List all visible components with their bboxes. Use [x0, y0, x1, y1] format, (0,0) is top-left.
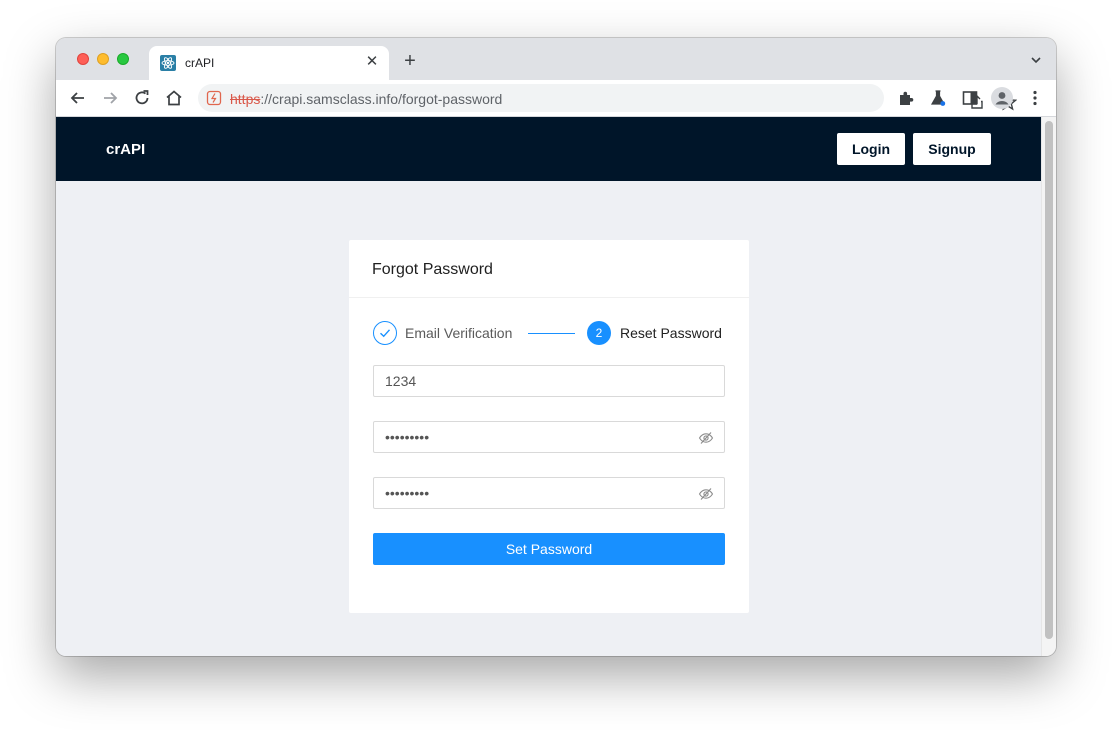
reload-icon[interactable]	[132, 88, 152, 108]
extensions-icon[interactable]	[897, 89, 915, 107]
step-done-check-icon	[373, 321, 397, 345]
close-window-button[interactable]	[77, 53, 89, 65]
password-input[interactable]	[385, 422, 685, 452]
new-tab-icon[interactable]: +	[400, 51, 420, 71]
app-header: crAPI Login Signup	[56, 117, 1041, 181]
otp-field[interactable]	[373, 365, 725, 397]
back-icon[interactable]	[68, 88, 88, 108]
menu-icon[interactable]	[1026, 89, 1044, 107]
page-scrollbar[interactable]	[1041, 117, 1056, 656]
forgot-password-card: Forgot Password Email Verification 2 Res…	[349, 240, 749, 613]
address-bar[interactable]: https://crapi.samsclass.info/forgot-pass…	[198, 84, 1017, 112]
side-panel-icon[interactable]	[961, 89, 979, 107]
confirm-password-field[interactable]	[373, 477, 725, 509]
url-scheme: https	[230, 91, 261, 107]
forward-icon[interactable]	[100, 88, 120, 108]
browser-window: crAPI ✕ + https://crapi.samsclass.info/f…	[56, 38, 1056, 656]
card-title: Forgot Password	[372, 261, 493, 278]
tab-title: crAPI	[185, 56, 215, 70]
step-email-verification-label: Email Verification	[405, 325, 513, 341]
signup-button[interactable]: Signup	[913, 133, 991, 165]
otp-input[interactable]	[385, 366, 685, 396]
step-number-icon: 2	[587, 321, 611, 345]
url-path: ://crapi.samsclass.info/forgot-password	[260, 91, 503, 107]
home-icon[interactable]	[164, 88, 184, 108]
profile-icon[interactable]	[991, 87, 1013, 109]
brand-logo[interactable]: crAPI	[106, 141, 145, 158]
set-password-button[interactable]: Set Password	[373, 533, 725, 565]
tab-close-icon[interactable]: ✕	[363, 53, 381, 71]
password-field[interactable]	[373, 421, 725, 453]
eye-invisible-icon[interactable]	[698, 486, 714, 502]
url-text: https://crapi.samsclass.info/forgot-pass…	[230, 91, 502, 107]
browser-toolbar: https://crapi.samsclass.info/forgot-pass…	[56, 80, 1056, 117]
card-divider	[349, 297, 749, 298]
step-reset-password-label: Reset Password	[620, 325, 722, 341]
minimize-window-button[interactable]	[97, 53, 109, 65]
confirm-password-input[interactable]	[385, 478, 685, 508]
react-favicon-icon	[160, 55, 176, 71]
labs-icon[interactable]	[929, 89, 947, 107]
scrollbar-thumb[interactable]	[1045, 121, 1053, 639]
eye-invisible-icon[interactable]	[698, 430, 714, 446]
maximize-window-button[interactable]	[117, 53, 129, 65]
step-connector	[528, 333, 575, 334]
tab-search-chevron-icon[interactable]	[1030, 54, 1042, 66]
login-button[interactable]: Login	[837, 133, 905, 165]
not-secure-icon[interactable]	[206, 90, 222, 106]
page-viewport: crAPI Login Signup Forgot Password Email…	[56, 117, 1041, 656]
title-bar: crAPI ✕ +	[56, 38, 1056, 80]
browser-tab[interactable]: crAPI ✕	[149, 46, 389, 80]
